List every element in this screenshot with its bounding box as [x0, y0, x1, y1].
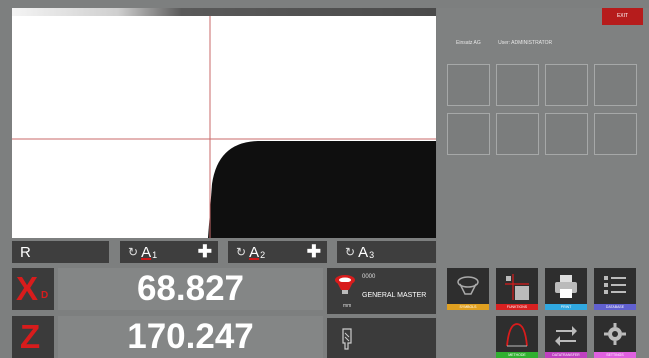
param-a1-letter: A — [141, 243, 152, 261]
printer-icon — [555, 275, 577, 298]
crosshair-tool-icon — [505, 274, 529, 300]
tool-holder-icon — [342, 328, 352, 350]
slot-5[interactable] — [447, 113, 490, 155]
gear-icon — [604, 323, 626, 345]
app-window: R ↻ A 1 ✚ ↻ A 2 ✚ ↻ A 3 X D 68.827 Z 170… — [0, 0, 649, 358]
master-code: 0000 — [362, 274, 376, 280]
param-a2-index: 2 — [260, 249, 266, 260]
rotate-icon: ↻ — [236, 245, 247, 259]
settings-label: SETTINGS — [594, 352, 636, 358]
funktions-label: FUNKTIONS — [496, 304, 538, 310]
slot-3[interactable] — [545, 64, 588, 106]
rotate-icon: ↻ — [345, 245, 356, 259]
transfer-arrows-icon — [555, 326, 577, 346]
methode-label: METHODE — [496, 352, 538, 358]
camera-image — [12, 16, 436, 238]
slot-7[interactable] — [545, 113, 588, 155]
param-a1-index: 1 — [152, 249, 158, 260]
database-label: DATABASE — [594, 304, 636, 310]
param-r-label: R — [20, 243, 31, 261]
datatransfer-label: DATATRANSFER — [545, 352, 587, 358]
master-name: GENERAL MASTER — [362, 292, 427, 299]
database-button[interactable]: DATABASE — [594, 268, 636, 310]
print-label: PRINT — [545, 304, 587, 310]
x-axis-letter: X — [16, 270, 39, 307]
slot-2[interactable] — [496, 64, 539, 106]
param-a3-index: 3 — [369, 249, 375, 260]
master-icon — [457, 276, 479, 295]
print-button[interactable]: PRINT — [545, 268, 587, 310]
master-icon — [335, 275, 355, 294]
camera-view[interactable] — [12, 16, 436, 238]
add-icon[interactable]: ✚ — [307, 242, 321, 262]
param-r[interactable]: R — [12, 241, 109, 263]
user-info: Einsatz AG User: ADMINISTRATOR — [456, 40, 568, 46]
slot-8[interactable] — [594, 113, 637, 155]
datatransfer-button[interactable]: DATATRANSFER — [545, 316, 587, 358]
param-a1[interactable]: ↻ A 1 ✚ — [120, 241, 218, 263]
param-a3[interactable]: ↻ A 3 — [337, 241, 436, 263]
param-a3-letter: A — [358, 243, 369, 261]
z-value: 170.247 — [58, 316, 323, 358]
funktions-button[interactable]: FUNKTIONS — [496, 268, 538, 310]
rotate-icon: ↻ — [128, 245, 139, 259]
master-selector[interactable]: 0000 GENERAL MASTER mm — [327, 268, 436, 314]
x-value: 68.827 — [58, 268, 323, 310]
param-a2-letter: A — [249, 243, 260, 261]
z-axis-letter: Z — [20, 318, 41, 355]
master-unit: mm — [343, 303, 352, 309]
tool-selector[interactable] — [327, 318, 436, 358]
user-label: User: ADMINISTRATOR — [498, 40, 553, 46]
top-status-strip — [12, 8, 436, 16]
slot-4[interactable] — [594, 64, 637, 106]
exit-button[interactable]: EXIT — [602, 8, 643, 25]
x-axis-badge: X D — [12, 268, 54, 310]
param-a2[interactable]: ↻ A 2 ✚ — [228, 241, 327, 263]
add-icon[interactable]: ✚ — [198, 242, 212, 262]
tool-silhouette — [208, 141, 436, 238]
company-label: Einsatz AG — [456, 40, 481, 46]
z-axis-badge: Z — [12, 316, 54, 358]
methode-button[interactable]: METHODE — [496, 316, 538, 358]
settings-button[interactable]: SETTINGS — [594, 316, 636, 358]
symbols-button[interactable]: SYMBOLS — [447, 268, 489, 310]
symbols-label: SYMBOLS — [447, 304, 489, 310]
x-axis-subscript: D — [41, 290, 49, 301]
slot-6[interactable] — [496, 113, 539, 155]
curve-icon — [506, 323, 528, 347]
slot-1[interactable] — [447, 64, 490, 106]
list-icon — [604, 276, 626, 294]
